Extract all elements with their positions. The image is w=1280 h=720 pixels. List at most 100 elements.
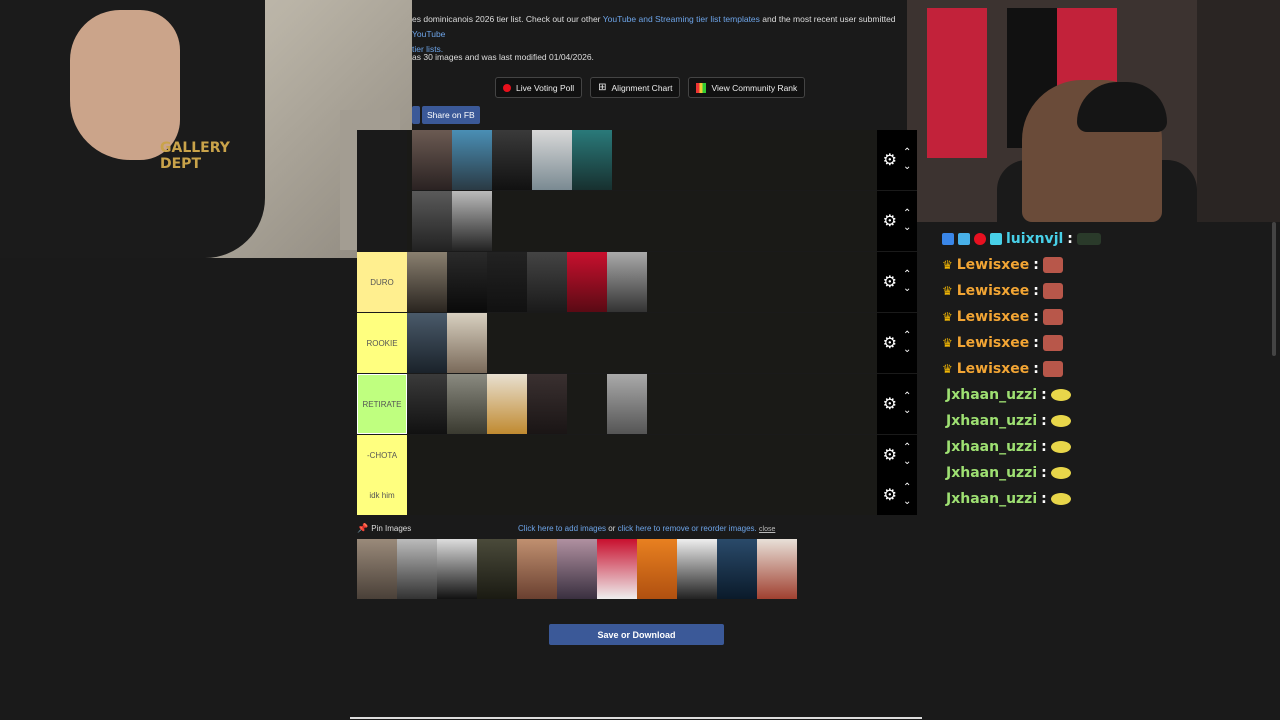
chevron-up-icon[interactable]: ⌃: [903, 481, 911, 495]
intro-text: es dominicanois 2026 tier list. Check ou…: [412, 14, 896, 54]
tier-items[interactable]: [407, 191, 877, 251]
chevron-up-icon[interactable]: ⌃: [903, 441, 911, 455]
chevron-down-icon[interactable]: ⌄: [903, 343, 911, 357]
tier-image[interactable]: [567, 374, 607, 434]
gear-icon[interactable]: ⚙: [883, 485, 897, 505]
tier-image[interactable]: [567, 252, 607, 312]
add-images-link[interactable]: Click here to add images: [518, 524, 606, 533]
chat-username[interactable]: Lewisxee: [957, 257, 1030, 273]
chevron-down-icon[interactable]: ⌄: [903, 282, 911, 296]
chevron-down-icon[interactable]: ⌄: [903, 455, 911, 469]
chat-username[interactable]: Lewisxee: [957, 283, 1030, 299]
badge-icon: [990, 233, 1002, 245]
gear-icon[interactable]: ⚙: [883, 333, 897, 353]
chat-overlay: luixnvjl: ♛ Lewisxee: ♛ Lewisxee: ♛ Lewi…: [942, 226, 1262, 512]
gear-icon[interactable]: ⚙: [883, 211, 897, 231]
chat-username[interactable]: Lewisxee: [957, 309, 1030, 325]
chevron-up-icon[interactable]: ⌃: [903, 329, 911, 343]
tier-image[interactable]: [572, 130, 612, 190]
tier-items[interactable]: [407, 435, 877, 475]
tier-label[interactable]: -CHOTA: [357, 435, 407, 475]
tier-image[interactable]: [492, 130, 532, 190]
pool-image[interactable]: [477, 539, 517, 599]
chat-username[interactable]: Jxhaan_uzzi: [946, 413, 1037, 429]
tier-image[interactable]: [607, 374, 647, 434]
tier-image[interactable]: [447, 374, 487, 434]
gear-icon[interactable]: ⚙: [883, 272, 897, 292]
tier-label[interactable]: RETIRATE: [357, 374, 407, 434]
tier-image[interactable]: [452, 130, 492, 190]
chat-username[interactable]: Lewisxee: [957, 335, 1030, 351]
pool-image[interactable]: [397, 539, 437, 599]
save-download-button[interactable]: Save or Download: [549, 624, 724, 645]
remove-reorder-link[interactable]: click here to remove or reorder images.: [618, 524, 757, 533]
pool-image[interactable]: [677, 539, 717, 599]
chevron-up-icon[interactable]: ⌃: [903, 268, 911, 282]
chat-username[interactable]: Jxhaan_uzzi: [946, 439, 1037, 455]
tier-image[interactable]: [447, 313, 487, 373]
tier-image[interactable]: [407, 313, 447, 373]
tier-label[interactable]: [357, 191, 407, 251]
chat-username[interactable]: luixnvjl: [1006, 231, 1063, 247]
chat-username[interactable]: Jxhaan_uzzi: [946, 387, 1037, 403]
tier-image[interactable]: [412, 130, 452, 190]
tier-image[interactable]: [407, 374, 447, 434]
chat-message: Jxhaan_uzzi:: [942, 486, 1262, 512]
tier-image[interactable]: [527, 252, 567, 312]
pool-image[interactable]: [757, 539, 797, 599]
community-rank-button[interactable]: View Community Rank: [688, 77, 806, 98]
emote-icon: [1050, 467, 1071, 479]
tier-image[interactable]: [527, 374, 567, 434]
pool-image[interactable]: [437, 539, 477, 599]
chevron-up-icon[interactable]: ⌃: [903, 207, 911, 221]
tier-image[interactable]: [532, 130, 572, 190]
tier-image[interactable]: [447, 252, 487, 312]
tier-label[interactable]: [357, 130, 407, 190]
tier-image[interactable]: [487, 374, 527, 434]
streaming-templates-link[interactable]: YouTube and Streaming tier list template…: [603, 14, 760, 24]
chevron-down-icon[interactable]: ⌄: [903, 160, 911, 174]
youtube-link[interactable]: YouTube: [412, 29, 445, 39]
live-voting-poll-button[interactable]: Live Voting Poll: [495, 77, 583, 98]
alignment-chart-button[interactable]: ⊞ Alignment Chart: [590, 77, 681, 98]
pool-image[interactable]: [557, 539, 597, 599]
chat-colon: :: [1041, 439, 1047, 455]
gear-icon[interactable]: ⚙: [883, 394, 897, 414]
chat-username[interactable]: Lewisxee: [957, 361, 1030, 377]
tier-image[interactable]: [407, 252, 447, 312]
close-link[interactable]: close: [759, 526, 775, 533]
pin-images-toggle[interactable]: 📌 Pin Images: [357, 523, 411, 534]
pool-image[interactable]: [597, 539, 637, 599]
tier-label[interactable]: DURO: [357, 252, 407, 312]
pool-image[interactable]: [637, 539, 677, 599]
chat-username[interactable]: Jxhaan_uzzi: [946, 465, 1037, 481]
chevron-down-icon[interactable]: ⌄: [903, 404, 911, 418]
tier-row: idk him ⚙ ⌃ ⌄: [357, 475, 917, 515]
tier-label[interactable]: idk him: [357, 475, 407, 515]
tier-row: DURO ⚙ ⌃ ⌄: [357, 252, 917, 313]
chevron-down-icon[interactable]: ⌄: [903, 495, 911, 509]
tier-label[interactable]: ROOKIE: [357, 313, 407, 373]
chat-username[interactable]: Jxhaan_uzzi: [946, 491, 1037, 507]
tier-items[interactable]: [407, 252, 877, 312]
tier-image[interactable]: [452, 191, 492, 251]
pool-image[interactable]: [517, 539, 557, 599]
chat-message: ♛ Lewisxee:: [942, 278, 1262, 304]
chevron-up-icon[interactable]: ⌃: [903, 390, 911, 404]
gear-icon[interactable]: ⚙: [883, 150, 897, 170]
chevron-down-icon[interactable]: ⌄: [903, 221, 911, 235]
chat-scrollbar[interactable]: [1272, 222, 1276, 356]
gear-icon[interactable]: ⚙: [883, 445, 897, 465]
tier-items[interactable]: [407, 374, 877, 434]
pool-image[interactable]: [717, 539, 757, 599]
tier-items[interactable]: [407, 475, 877, 515]
pool-image[interactable]: [357, 539, 397, 599]
chevron-up-icon[interactable]: ⌃: [903, 146, 911, 160]
share-fb-button[interactable]: Share on FB: [422, 106, 480, 124]
tier-items[interactable]: [407, 313, 877, 373]
tier-items[interactable]: [407, 130, 877, 190]
tier-image[interactable]: [607, 252, 647, 312]
share-prev-button[interactable]: [412, 106, 420, 124]
tier-image[interactable]: [487, 252, 527, 312]
tier-image[interactable]: [412, 191, 452, 251]
